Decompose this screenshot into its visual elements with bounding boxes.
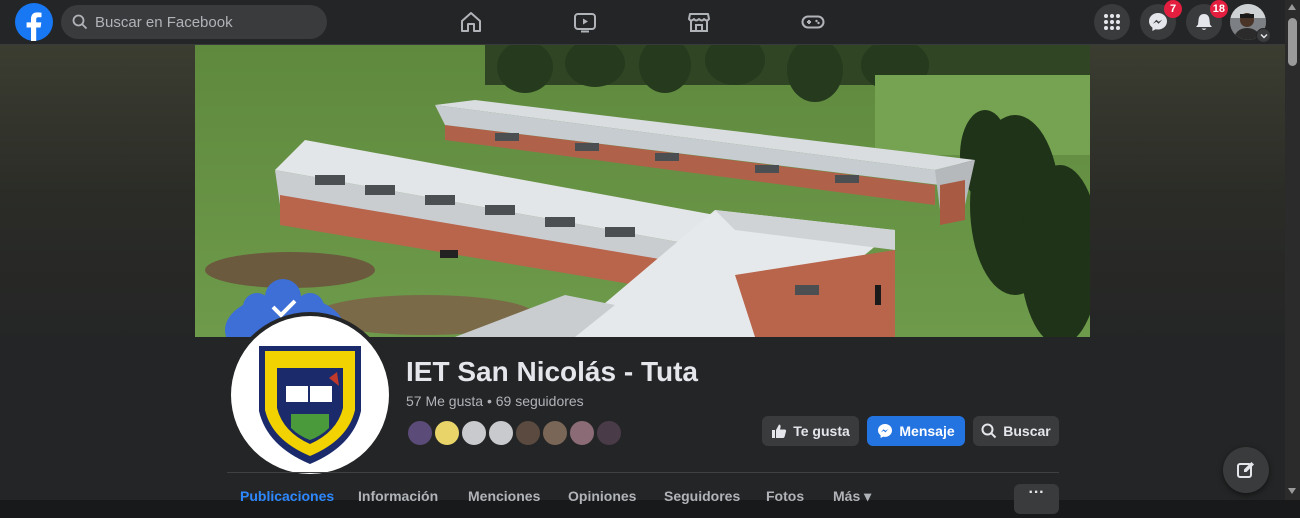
marketplace-icon[interactable] <box>687 10 711 34</box>
top-navigation-bar: Buscar en Facebook 7 18 <box>0 0 1285 45</box>
cover-photo[interactable] <box>195 45 1090 337</box>
search-icon <box>72 14 88 30</box>
messenger-badge: 7 <box>1164 0 1182 18</box>
messenger-button[interactable]: 7 <box>1140 0 1182 40</box>
page-stats[interactable]: 57 Me gusta • 69 seguidores <box>406 393 584 409</box>
tab-menciones[interactable]: Menciones <box>468 488 540 504</box>
thumbs-up-icon <box>772 424 787 438</box>
search-bar[interactable]: Buscar en Facebook <box>61 5 327 39</box>
page-title: IET San Nicolás - Tuta <box>406 356 698 387</box>
like-page-button[interactable]: Te gusta <box>762 416 859 446</box>
search-placeholder: Buscar en Facebook <box>95 14 233 31</box>
tab-publicaciones[interactable]: Publicaciones <box>240 488 334 504</box>
messenger-icon <box>878 424 893 438</box>
follower-avatars[interactable] <box>406 419 636 447</box>
follower-avatar[interactable] <box>541 419 569 447</box>
scroll-up-arrow-icon[interactable] <box>1288 4 1296 10</box>
tab-fotos[interactable]: Fotos <box>766 488 804 504</box>
like-page-label: Te gusta <box>793 423 850 439</box>
scroll-thumb[interactable] <box>1288 18 1297 66</box>
school-crest-logo <box>259 346 361 464</box>
follower-avatar[interactable] <box>460 419 488 447</box>
compose-icon <box>1237 462 1254 478</box>
follower-avatar[interactable] <box>595 419 623 447</box>
gaming-icon[interactable] <box>801 10 825 34</box>
tab-mas[interactable]: Más ▾ <box>833 488 871 505</box>
tab-informacion[interactable]: Información <box>358 488 438 504</box>
follower-avatar[interactable] <box>514 419 542 447</box>
message-button[interactable]: Mensaje <box>867 416 965 446</box>
home-icon[interactable] <box>459 10 483 34</box>
scroll-down-arrow-icon[interactable] <box>1288 488 1296 494</box>
bell-icon <box>1196 14 1212 30</box>
tab-opiniones[interactable]: Opiniones <box>568 488 636 504</box>
search-page-label: Buscar <box>1003 423 1051 439</box>
more-options-button[interactable]: ··· <box>1014 484 1059 514</box>
page-tabs: Publicaciones Información Menciones Opin… <box>227 488 1059 518</box>
header-divider <box>227 472 1059 473</box>
account-menu-caret[interactable] <box>1256 28 1271 43</box>
page-scrollbar[interactable] <box>1285 0 1300 500</box>
watch-icon[interactable] <box>573 10 597 34</box>
notifications-badge: 18 <box>1209 0 1228 18</box>
new-message-button[interactable] <box>1223 447 1269 493</box>
search-page-button[interactable]: Buscar <box>973 416 1059 446</box>
follower-avatar[interactable] <box>433 419 461 447</box>
search-icon <box>981 423 997 439</box>
tab-seguidores[interactable]: Seguidores <box>664 488 740 504</box>
messenger-icon <box>1149 13 1167 31</box>
notifications-button[interactable]: 18 <box>1186 0 1228 40</box>
page-profile-picture[interactable] <box>227 312 393 478</box>
follower-avatar[interactable] <box>568 419 596 447</box>
chevron-down-icon <box>1259 33 1268 39</box>
menu-button[interactable] <box>1094 4 1130 40</box>
grid-menu-icon <box>1104 14 1120 30</box>
message-label: Mensaje <box>899 423 955 439</box>
follower-avatar[interactable] <box>406 419 434 447</box>
facebook-logo-icon[interactable] <box>15 3 53 41</box>
follower-avatar[interactable] <box>487 419 515 447</box>
